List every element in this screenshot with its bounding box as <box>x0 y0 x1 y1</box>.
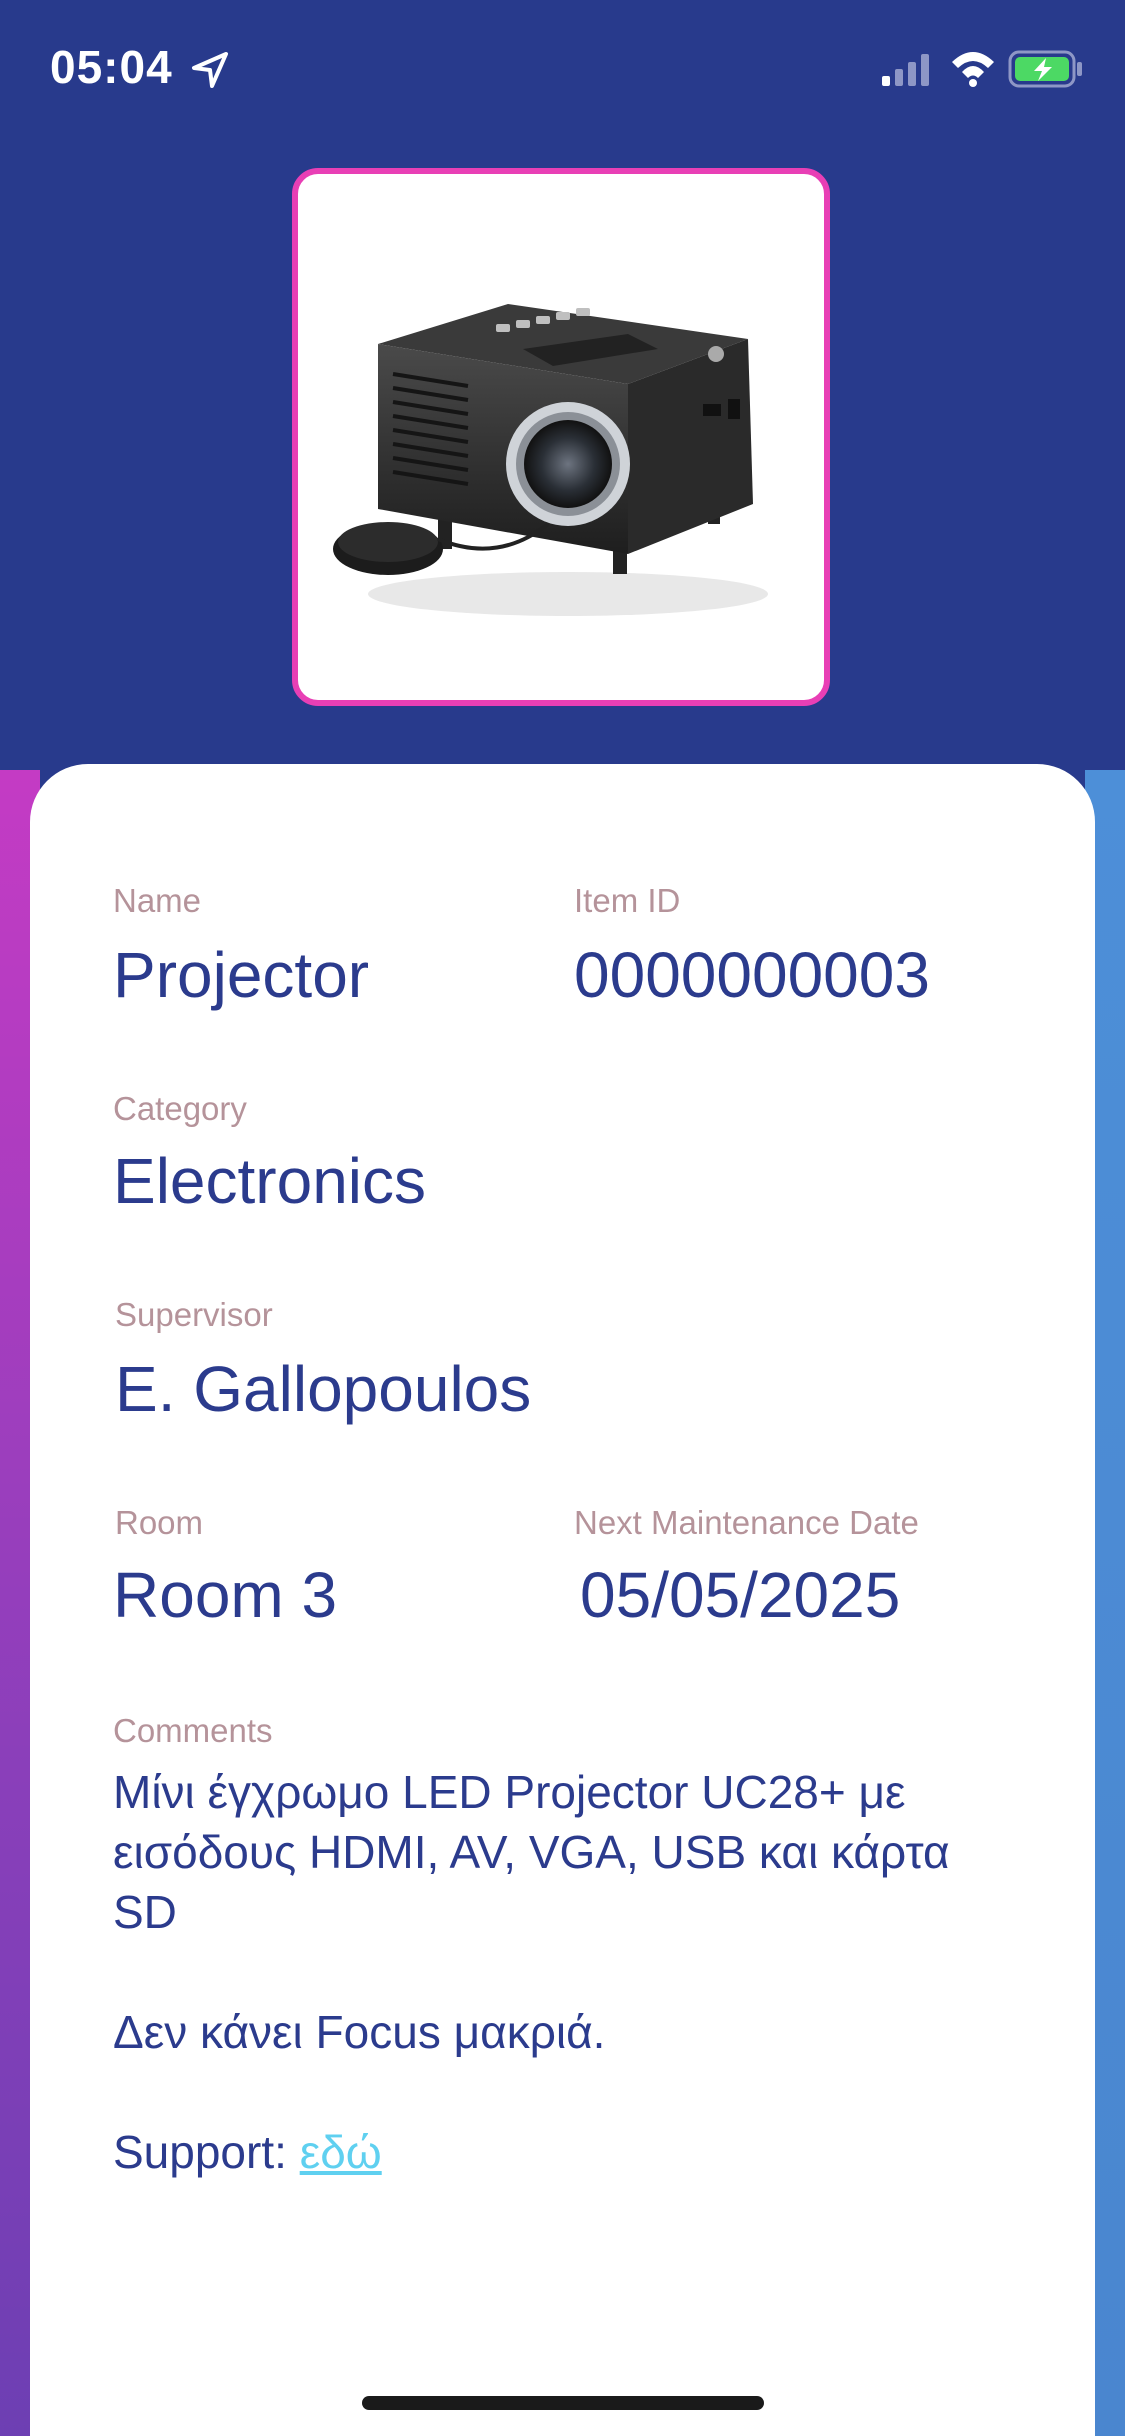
status-bar: 05:04 <box>0 0 1125 140</box>
cellular-signal-icon <box>882 54 929 86</box>
maintenance-date-value: 05/05/2025 <box>580 1559 901 1631</box>
supervisor-value: E. Gallopoulos <box>115 1353 532 1425</box>
projector-image <box>333 304 768 616</box>
battery-charging-icon <box>1008 50 1082 88</box>
wifi-icon <box>952 52 994 87</box>
room-value: Room 3 <box>113 1559 338 1631</box>
item-image-frame <box>292 168 830 706</box>
status-time: 05:04 <box>50 41 173 93</box>
comments-label: Comments <box>113 1712 273 1749</box>
support-line: Support: εδώ <box>113 2122 1013 2182</box>
name-label: Name <box>113 882 202 919</box>
category-label: Category <box>113 1090 247 1127</box>
room-label: Room <box>115 1504 204 1541</box>
comments-text: Μίνι έγχρωμο LED Projector UC28+ με εισό… <box>113 1762 1013 2182</box>
name-value: Projector <box>113 939 370 1011</box>
item-id-value: 0000000003 <box>574 939 930 1011</box>
category-value: Electronics <box>113 1145 426 1217</box>
supervisor-label: Supervisor <box>115 1296 273 1333</box>
support-prefix: Support: <box>113 2126 300 2178</box>
location-arrow-icon <box>192 52 228 88</box>
comments-focus-note: Δεν κάνει Focus μακριά. <box>113 2006 606 2058</box>
comments-description: Μίνι έγχρωμο LED Projector UC28+ με εισό… <box>113 1766 950 1938</box>
home-indicator[interactable] <box>362 2396 764 2410</box>
maintenance-date-label: Next Maintenance Date <box>574 1504 919 1541</box>
item-id-label: Item ID <box>574 882 681 919</box>
support-link[interactable]: εδώ <box>300 2126 382 2178</box>
item-detail-screen: 05:04 Name Projector Item ID 0000000003 … <box>0 0 1125 2436</box>
